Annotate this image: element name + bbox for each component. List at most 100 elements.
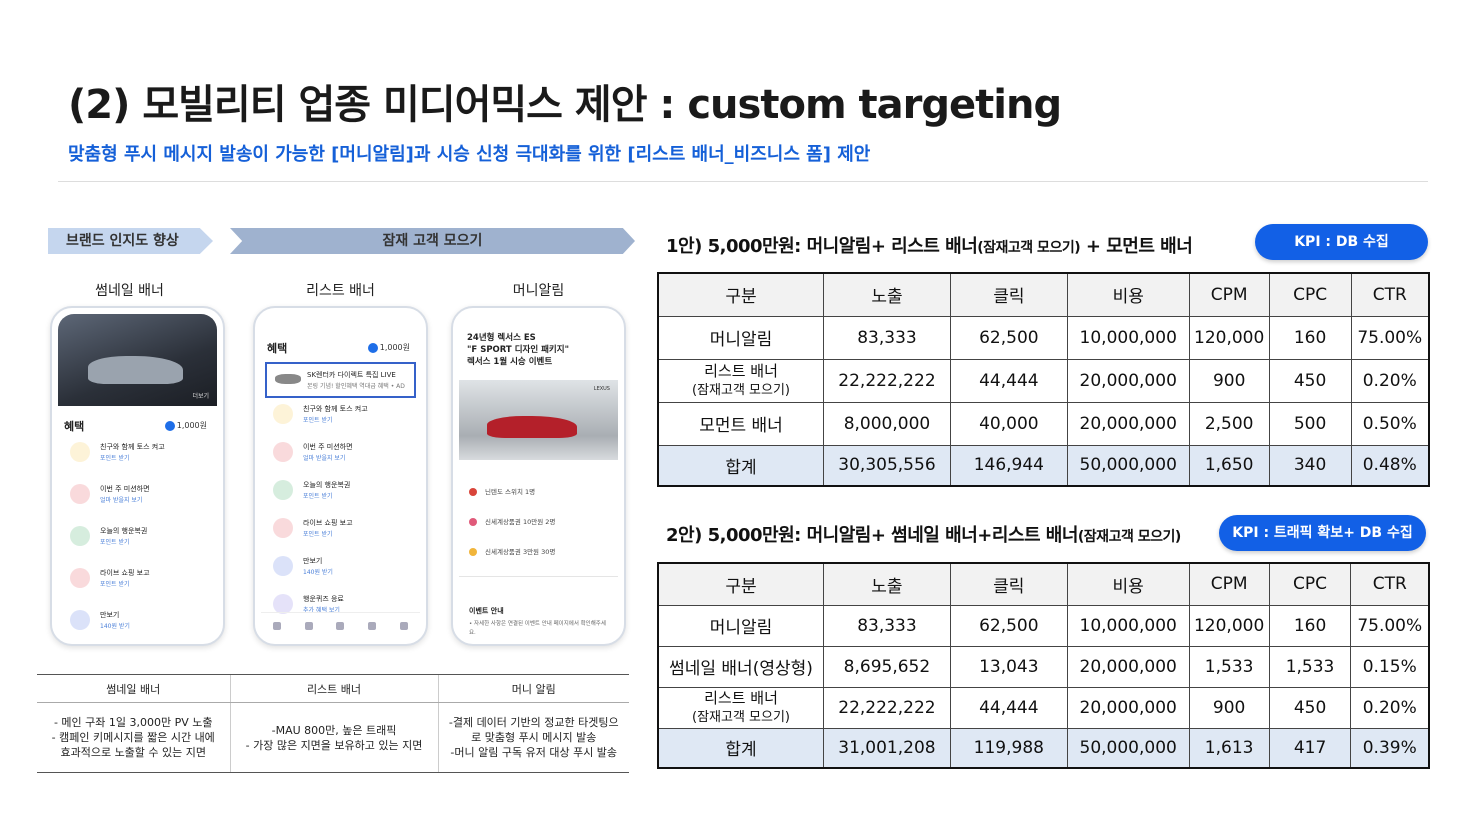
plan1-table: 구분 노출 클릭 비용 CPM CPC CTR 머니알림 83,333 62,500 10,000,… xyxy=(657,272,1430,487)
prize-icon xyxy=(469,548,477,556)
prize-item: 신세계상품권 3만원 30명 xyxy=(469,546,555,556)
benefit-item-subtitle: 포인트 받기 xyxy=(100,455,130,462)
hero-more-button[interactable]: 더보기 xyxy=(192,391,209,400)
tab-home-icon[interactable] xyxy=(272,621,281,630)
benefit-item-title: 오늘의 행운복권 xyxy=(100,527,148,535)
tab-menu-icon[interactable] xyxy=(400,621,409,630)
list-banner-highlight[interactable]: SK렌터카 다이렉트 특집 LIVE 본링 기념! 할인혜택 역대급 혜택 • … xyxy=(265,362,416,398)
points-badge: 1,000원 xyxy=(164,420,207,431)
value-cell: 900 xyxy=(1188,686,1270,729)
value-cell: 30,305,556 xyxy=(823,444,951,487)
divider xyxy=(58,181,1428,182)
row-label-cell: 머니알림 xyxy=(657,315,825,360)
value-cell: 120,000 xyxy=(1188,315,1270,360)
row-label-cell: 썸네일 배너(영상형) xyxy=(657,645,824,688)
money-alert-label: 머니알림 xyxy=(512,283,565,299)
benefit-item-title: 라이브 쇼핑 보고 xyxy=(100,569,150,577)
benefit-item-title: 친구와 함께 토스 켜고 xyxy=(100,443,165,451)
thumbnail-banner-phone-mockup: 더보기 혜택 1,000원 친구와 함께 토스 켜고 포인트 받기 이번 주 미션하… xyxy=(50,306,225,646)
value-cell: 8,695,652 xyxy=(823,645,951,688)
value-cell: 50,000,000 xyxy=(1066,727,1190,769)
lexus-logo: LEXUS xyxy=(593,386,610,392)
benefit-item-icon xyxy=(70,526,90,546)
benefit-item-title: 만보기 xyxy=(100,611,120,619)
value-cell: 31,001,208 xyxy=(823,727,951,769)
benefit-list-item[interactable]: 이번 주 미션하면 얼마 받을지 보기 xyxy=(271,438,414,468)
value-cell: 비용 xyxy=(1066,272,1190,317)
tab-stock-icon[interactable] xyxy=(336,621,345,630)
benefit-list-item[interactable]: 만보기 140원 받기 xyxy=(271,552,414,582)
value-cell: CPM xyxy=(1188,272,1270,317)
value-cell: 120,000 xyxy=(1188,604,1270,647)
placement-description-table: 썸네일 배너 리스트 배너 머니 알림 - 메인 구좌 1일 3,000만 PV… xyxy=(37,674,629,773)
benefit-item-icon xyxy=(273,404,293,424)
value-cell: 500 xyxy=(1268,401,1352,446)
tab-chart-icon[interactable] xyxy=(368,621,377,630)
value-cell: 2,500 xyxy=(1188,401,1270,446)
hero-video-banner[interactable]: 더보기 xyxy=(58,314,217,406)
row-label-cell: 리스트 배너 (잠재고객 모으기) xyxy=(657,686,824,729)
highlight-subtitle: 본링 기념! 할인혜택 역대급 혜택 • AD xyxy=(307,383,405,390)
value-cell: 노출 xyxy=(823,272,951,317)
benefit-list-item[interactable]: 친구와 함께 토스 켜고 포인트 받기 xyxy=(271,400,414,430)
value-cell: CTR xyxy=(1350,272,1430,317)
value-cell: 62,500 xyxy=(949,604,1068,647)
list-banner-description: -MAU 800만, 높은 트래픽 - 가장 많은 지면을 보유하고 있는 지면 xyxy=(229,702,438,773)
benefit-list-item[interactable]: 오늘의 행운복권 포인트 받기 xyxy=(271,476,414,506)
benefit-item-icon xyxy=(273,442,293,462)
thumbnail-banner-description: - 메인 구좌 1일 3,000만 PV 노출 - 캠페인 키메시지를 짧은 시간… xyxy=(37,702,230,773)
value-cell: 417 xyxy=(1268,727,1352,769)
plan2-title: 2안) 5,000만원: 머니알림+ 썸네일 배너+리스트 배너(잠재고객 모으… xyxy=(666,525,1181,546)
prize-label: 닌텐도 스위치 1명 xyxy=(485,488,536,496)
money-alert-phone-mockup: 24년형 렉서스 ES "F SPORT 디자인 패키지" 렉서스 1월 시승 … xyxy=(451,306,626,646)
plan1-title: 1안) 5,000만원: 머니알림+ 리스트 배너(잠재고객 모으기) + 모먼… xyxy=(666,236,1193,257)
value-cell: 340 xyxy=(1268,444,1352,487)
push-message-title: 24년형 렉서스 ES "F SPORT 디자인 패키지" 렉서스 1월 시승 … xyxy=(467,333,570,367)
header-thumbnail-banner: 썸네일 배너 xyxy=(37,674,230,703)
benefit-list-item[interactable]: 오늘의 행운복권포인트 받기 xyxy=(68,522,211,552)
table-row: 머니알림 83,333 62,500 10,000,000 120,000 160 75.0… xyxy=(657,315,1430,360)
benefit-list-item[interactable]: 만보기 140원 받기 xyxy=(68,606,211,636)
thumbnail-banner-label: 썸네일 배너 xyxy=(95,283,164,299)
benefit-list-item[interactable]: 이번 주 미션하면 얼마 받을지 보기 xyxy=(68,480,211,510)
lexus-car-image: LEXUS xyxy=(459,380,618,460)
highlight-title: SK렌터카 다이렉트 특집 LIVE xyxy=(307,371,396,379)
table-row: 리스트 배너 (잠재고객 모으기) 22,222,222 44,444 20,000,0… xyxy=(657,686,1430,729)
header-money-alert: 머니 알림 xyxy=(437,674,629,703)
value-cell: 1,613 xyxy=(1188,727,1270,769)
value-cell: 1,650 xyxy=(1188,444,1270,487)
benefit-item-subtitle: 포인트 받기 xyxy=(100,539,130,546)
value-cell: 1,533 xyxy=(1188,645,1270,688)
header-list-banner: 리스트 배너 xyxy=(229,674,438,703)
value-cell: 900 xyxy=(1188,358,1270,403)
list-banner-phone-mockup: 혜택 1,000원 SK렌터카 다이렉트 특집 LIVE 본링 기념! 할인혜택… xyxy=(253,306,428,646)
table-total-row: 합계 31,001,208 119,988 50,000,000 1,613 417 0.3… xyxy=(657,727,1430,769)
benefit-list-item[interactable]: 라이브 쇼핑 보고 포인트 받기 xyxy=(271,514,414,544)
value-cell: 22,222,222 xyxy=(823,686,951,729)
funnel-stage-brand-awareness: 브랜드 인지도 향상 xyxy=(48,228,213,254)
value-cell: 클릭 xyxy=(949,562,1068,606)
table-header-row: 구분 노출 클릭 비용 CPM CPC CTR xyxy=(657,562,1430,606)
value-cell: 450 xyxy=(1268,686,1352,729)
prize-label: 신세계상품권 3만원 30명 xyxy=(485,548,556,556)
value-cell: 20,000,000 xyxy=(1066,401,1190,446)
value-cell: CPC xyxy=(1268,562,1352,606)
car-image xyxy=(88,356,183,384)
benefit-list-item[interactable]: 라이브 쇼핑 보고 포인트 받기 xyxy=(68,564,211,594)
value-cell: 75.00% xyxy=(1350,604,1430,647)
value-cell: 62,500 xyxy=(949,315,1068,360)
value-cell: 클릭 xyxy=(949,272,1068,317)
benefit-item-icon xyxy=(273,556,293,576)
benefit-list-item[interactable]: 친구와 함께 토스 켜고포인트 받기 xyxy=(68,438,211,468)
plan2-kpi-badge: KPI : 트래픽 확보+ DB 수집 xyxy=(1219,515,1426,551)
value-cell: 450 xyxy=(1268,358,1352,403)
prize-item: 신세계상품권 10만원 2명 xyxy=(469,516,555,526)
value-cell: CPC xyxy=(1268,272,1352,317)
tab-benefit-icon[interactable] xyxy=(304,621,313,630)
value-cell: 0.20% xyxy=(1350,358,1430,403)
value-cell: 1,533 xyxy=(1268,645,1352,688)
benefit-item-subtitle: 포인트 받기 xyxy=(303,493,333,500)
table-row: 리스트 배너 (잠재고객 모으기) 22,222,222 44,444 20,000,0… xyxy=(657,358,1430,403)
red-car xyxy=(487,416,577,438)
value-cell: 8,000,000 xyxy=(823,401,951,446)
